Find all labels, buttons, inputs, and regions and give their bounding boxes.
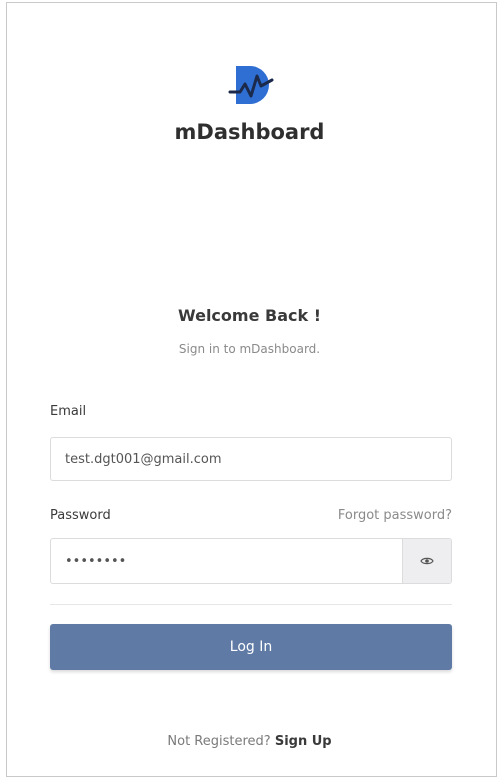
brand-name: mDashboard: [174, 120, 325, 144]
divider: [50, 604, 452, 605]
login-button[interactable]: Log In: [50, 624, 452, 670]
register-prompt: Not Registered? Sign Up: [0, 734, 499, 749]
show-password-button[interactable]: [402, 539, 451, 583]
password-label: Password: [50, 508, 111, 523]
email-field[interactable]: [50, 437, 452, 481]
brand-logo-icon: [228, 66, 274, 104]
forgot-password-link[interactable]: Forgot password?: [338, 508, 452, 523]
register-question: Not Registered?: [167, 734, 271, 749]
eye-icon: [420, 557, 434, 565]
page-title: Welcome Back !: [178, 306, 321, 325]
password-input-group: [50, 538, 452, 584]
sign-up-link[interactable]: Sign Up: [275, 734, 332, 749]
email-label: Email: [50, 404, 87, 419]
page-subtitle: Sign in to mDashboard.: [178, 342, 321, 356]
password-field[interactable]: [51, 539, 403, 583]
